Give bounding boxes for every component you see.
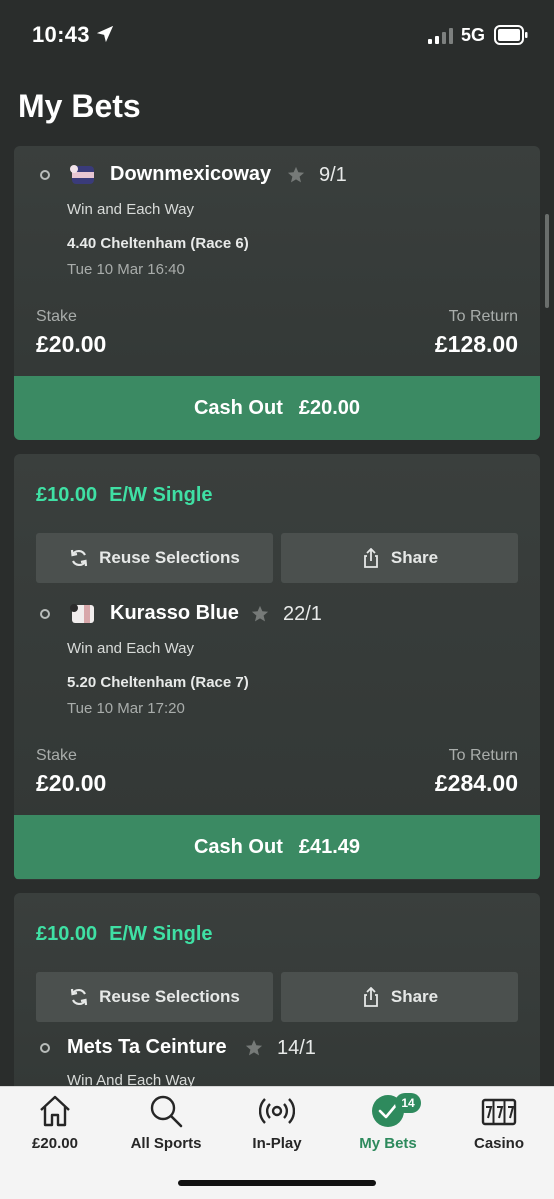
- cash-out-label: Cash Out: [193, 835, 283, 858]
- reuse-selections-label: Reuse Selections: [99, 987, 240, 1006]
- stake-value: £20.00: [36, 770, 107, 796]
- bet-card: Downmexicoway 9/1 Win and Each Way 4.40 …: [14, 146, 540, 440]
- bet-header: £10.00 E/W Single: [36, 484, 213, 507]
- tab-in-play[interactable]: In-Play: [222, 1093, 332, 1163]
- cash-out-amount: £20.00: [298, 396, 361, 419]
- slot-machine-icon: [481, 1098, 517, 1126]
- bet-type: Win and Each Way: [67, 640, 194, 657]
- to-return-label: To Return: [448, 747, 518, 764]
- odds: 9/1: [319, 164, 347, 186]
- cellular-signal-icon: [428, 28, 453, 44]
- tab-label: £20.00: [32, 1135, 78, 1152]
- bets-feed[interactable]: Downmexicoway 9/1 Win and Each Way 4.40 …: [0, 146, 554, 1086]
- bet-amount: £10.00: [36, 484, 98, 506]
- network-type: 5G: [461, 25, 486, 45]
- search-icon: [150, 1095, 183, 1128]
- stake-label: Stake: [36, 308, 77, 325]
- share-icon: [363, 548, 378, 568]
- tab-label: Casino: [473, 1135, 524, 1152]
- cash-out-button[interactable]: Cash Out £41.49: [14, 815, 540, 879]
- tab-my-bets[interactable]: 14 My Bets: [333, 1093, 443, 1163]
- horse-name: Mets Ta Ceinture: [67, 1036, 227, 1058]
- odds: 22/1: [283, 603, 322, 625]
- my-bets-badge: 14: [395, 1093, 421, 1113]
- cash-out-label: Cash Out: [193, 396, 283, 419]
- selection-dot: [40, 609, 50, 619]
- jockey-silk-icon: [70, 604, 94, 623]
- bet-type: Win And Each Way: [67, 1072, 195, 1086]
- horse-name: Downmexicoway: [110, 163, 272, 185]
- stake-value: £20.00: [36, 331, 107, 357]
- bet-amount: £10.00: [36, 923, 98, 945]
- refresh-icon: [71, 988, 88, 1006]
- status-time: 10:43: [32, 22, 90, 47]
- tab-label: In-Play: [252, 1135, 302, 1152]
- star-icon[interactable]: [245, 1039, 263, 1057]
- status-bar: 10:43 5G: [0, 0, 554, 72]
- bet-type-title: E/W Single: [109, 923, 213, 945]
- page-title: My Bets: [18, 88, 141, 124]
- cash-out-button[interactable]: Cash Out £20.00: [14, 376, 540, 440]
- bet-card: £10.00 E/W Single Reuse Selections Share …: [14, 893, 540, 1086]
- bet-card: £10.00 E/W Single Reuse Selections Share …: [14, 454, 540, 880]
- cash-out-amount: £41.49: [298, 835, 361, 858]
- share-button[interactable]: Share: [281, 533, 518, 583]
- star-icon[interactable]: [287, 166, 305, 184]
- reuse-selections-button[interactable]: Reuse Selections: [36, 533, 273, 583]
- to-return-label: To Return: [448, 308, 518, 325]
- battery-icon: [494, 25, 528, 45]
- reuse-selections-button[interactable]: Reuse Selections: [36, 972, 273, 1022]
- stake-label: Stake: [36, 747, 77, 764]
- jockey-silk-icon: [70, 165, 94, 184]
- refresh-icon: [71, 549, 88, 567]
- broadcast-icon: [259, 1098, 295, 1124]
- horse-name: Kurasso Blue: [110, 602, 239, 624]
- home-indicator[interactable]: [178, 1180, 376, 1186]
- bet-header: £10.00 E/W Single: [36, 923, 213, 946]
- reuse-selections-label: Reuse Selections: [99, 548, 240, 567]
- tab-balance[interactable]: £20.00: [0, 1093, 110, 1163]
- share-icon: [363, 987, 378, 1007]
- tab-all-sports[interactable]: All Sports: [111, 1093, 221, 1163]
- race-time: Tue 10 Mar 17:20: [67, 700, 185, 717]
- share-label: Share: [390, 987, 439, 1006]
- tab-casino[interactable]: Casino: [444, 1093, 554, 1163]
- star-icon[interactable]: [251, 605, 269, 623]
- race-name: 5.20 Cheltenham (Race 7): [67, 674, 249, 691]
- share-label: Share: [390, 548, 439, 567]
- location-arrow-icon: [96, 25, 114, 43]
- home-icon: [40, 1095, 70, 1127]
- selection-dot: [40, 1043, 50, 1053]
- bet-type-title: E/W Single: [109, 484, 213, 506]
- to-return-value: £284.00: [434, 770, 518, 796]
- odds: 14/1: [277, 1037, 316, 1059]
- tab-label: All Sports: [130, 1135, 202, 1152]
- tab-label: My Bets: [359, 1135, 417, 1152]
- race-name: 4.40 Cheltenham (Race 6): [67, 235, 249, 252]
- to-return-value: £128.00: [434, 331, 518, 357]
- race-time: Tue 10 Mar 16:40: [67, 261, 185, 278]
- selection-dot: [40, 170, 50, 180]
- bet-type: Win and Each Way: [67, 201, 194, 218]
- share-button[interactable]: Share: [281, 972, 518, 1022]
